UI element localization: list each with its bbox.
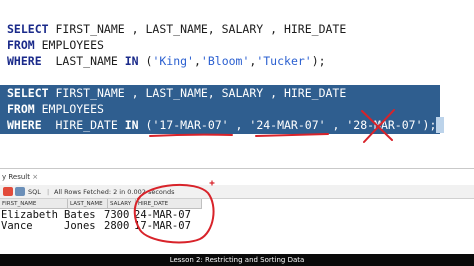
in-keyword: IN (124, 54, 139, 68)
paren-close: ); (422, 118, 437, 132)
paren-close: ); (311, 54, 326, 68)
string-literal: 'Bloom' (200, 54, 250, 68)
select-columns: FIRST_NAME , LAST_NAME, SALARY , HIRE_DA… (48, 86, 347, 100)
comma: , (228, 118, 250, 132)
cell-last-name[interactable]: Jones (64, 220, 108, 232)
column-header-hire-date[interactable]: HIRE_DATE (136, 199, 202, 209)
where-keyword: WHERE (7, 118, 42, 132)
query2-line-from[interactable]: FROM EMPLOYEES (7, 101, 104, 117)
where-keyword: WHERE (7, 54, 42, 68)
comma: , (325, 118, 347, 132)
query2-line-select[interactable]: SELECT FIRST_NAME , LAST_NAME, SALARY , … (7, 85, 346, 101)
lesson-caption-bar: Lesson 2: Restricting and Sorting Data (0, 254, 474, 266)
query-result-tab[interactable]: y Result × (0, 172, 38, 183)
from-table: EMPLOYEES (34, 102, 104, 116)
lesson-caption: Lesson 2: Restricting and Sorting Data (169, 256, 305, 264)
close-icon[interactable]: × (32, 173, 38, 181)
date-literal-17-mar: '17-MAR-07' (152, 118, 229, 132)
query1-line-where[interactable]: WHERE LAST_NAME IN ('King','Bloom','Tuck… (7, 53, 326, 69)
from-table: EMPLOYEES (34, 38, 104, 52)
fetch-status: All Rows Fetched: 2 in 0.002 seconds (54, 188, 175, 196)
select-keyword: SELECT (7, 22, 49, 36)
pin-icon[interactable] (3, 187, 13, 196)
paren-open: ( (138, 54, 153, 68)
tab-label: y Result (2, 173, 30, 181)
in-keyword: IN (124, 118, 139, 132)
selection-tail (436, 117, 444, 133)
query2-line-where[interactable]: WHERE HIRE_DATE IN ('17-MAR-07' , '24-MA… (7, 117, 436, 133)
query1-line-from[interactable]: FROM EMPLOYEES (7, 37, 104, 53)
paren-open: ( (138, 118, 153, 132)
string-literal: 'King' (152, 54, 194, 68)
print-icon[interactable] (15, 187, 25, 196)
sql-button[interactable]: SQL (28, 186, 41, 198)
result-toolbar: SQL | All Rows Fetched: 2 in 0.002 secon… (0, 185, 474, 199)
comma: , (193, 54, 201, 68)
cell-first-name[interactable]: Vance (1, 220, 68, 232)
column-header-last-name[interactable]: LAST_NAME (68, 199, 108, 209)
cell-hire-date[interactable]: 17-MAR-07 (134, 220, 204, 232)
select-keyword: SELECT (7, 86, 49, 100)
date-literal-24-mar: '24-MAR-07' (249, 118, 326, 132)
date-literal-28-mar: '28-MAR-07' (346, 118, 423, 132)
column-header-salary[interactable]: SALARY (108, 199, 136, 209)
column-header-first-name[interactable]: FIRST_NAME (0, 199, 68, 209)
query1-line-select[interactable]: SELECT FIRST_NAME , LAST_NAME, SALARY , … (7, 21, 346, 37)
from-keyword: FROM (7, 102, 35, 116)
string-literal: 'Tucker' (256, 54, 312, 68)
cell-salary[interactable]: 2800 (104, 220, 134, 232)
where-column: HIRE_DATE (41, 118, 125, 132)
from-keyword: FROM (7, 38, 35, 52)
sql-worksheet-editor[interactable]: SELECT FIRST_NAME , LAST_NAME, SALARY , … (0, 0, 474, 163)
query-result-panel: y Result × SQL | All Rows Fetched: 2 in … (0, 168, 474, 254)
where-column: LAST_NAME (41, 54, 125, 68)
toolbar-divider: | (47, 188, 50, 196)
select-columns: FIRST_NAME , LAST_NAME, SALARY , HIRE_DA… (48, 22, 347, 36)
